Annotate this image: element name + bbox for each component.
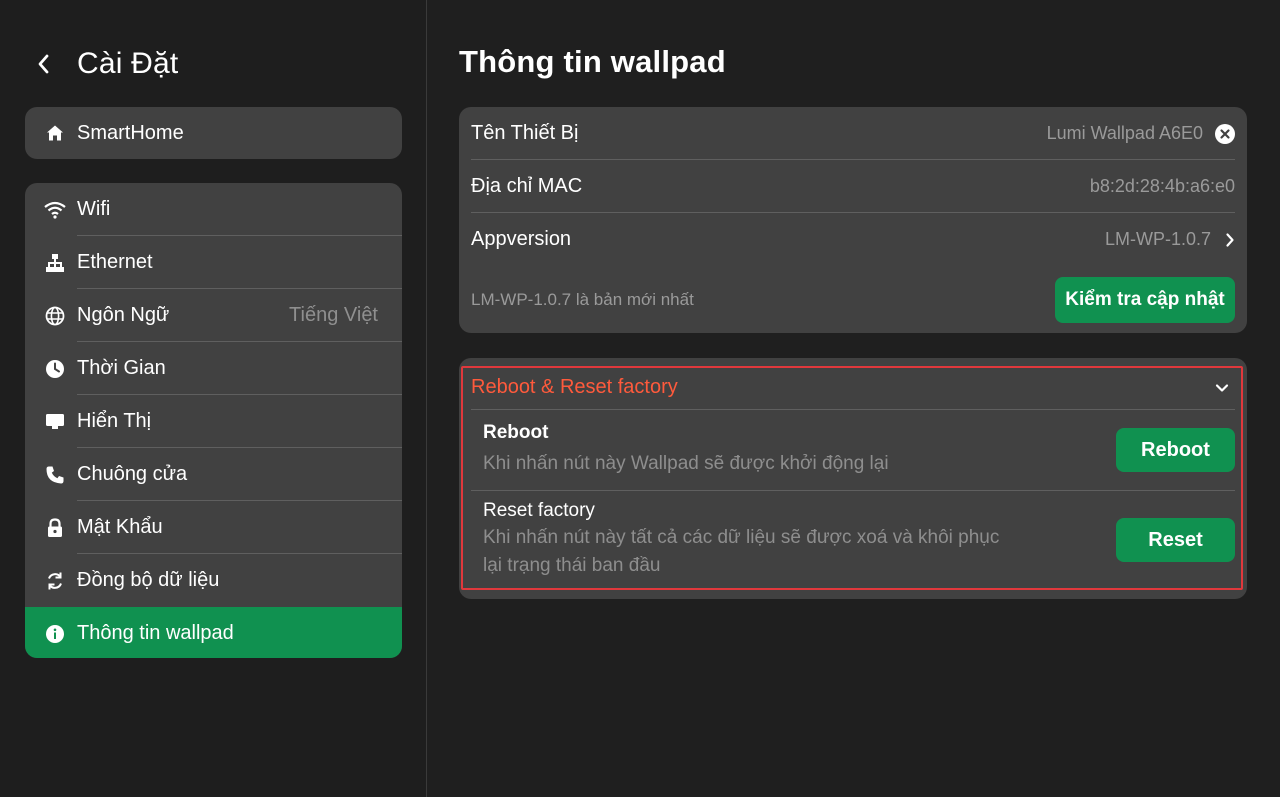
appversion-label: Appversion — [471, 228, 572, 250]
panel-divider — [426, 0, 427, 797]
sidebar-item-label: Wifi — [77, 198, 111, 220]
sidebar-item-label: Thông tin wallpad — [77, 622, 234, 644]
home-icon — [41, 124, 69, 142]
reboot-row: Reboot Khi nhấn nút này Wallpad sẽ được … — [471, 410, 1235, 491]
reboot-title: Reboot — [483, 422, 549, 443]
sidebar-item-label: SmartHome — [77, 121, 184, 144]
globe-icon — [41, 306, 69, 326]
mac-address-row: Địa chỉ MAC b8:2d:28:4b:a6:e0 — [459, 160, 1247, 213]
back-button[interactable] — [36, 44, 56, 84]
sidebar-item-label: Ethernet — [77, 251, 153, 273]
sidebar-item-sync[interactable]: Đồng bộ dữ liệu — [25, 554, 402, 607]
sync-icon — [41, 571, 69, 591]
mac-address-label: Địa chỉ MAC — [471, 175, 583, 197]
lock-icon — [41, 517, 69, 538]
reboot-reset-title: Reboot & Reset factory — [471, 376, 678, 398]
info-icon — [41, 624, 69, 644]
sidebar-item-label: Ngôn Ngữ — [77, 304, 170, 326]
sidebar-item-password[interactable]: Mật Khẩu — [25, 501, 402, 554]
sidebar-item-label: Chuông cửa — [77, 463, 188, 485]
sidebar-header: Cài Đặt — [36, 44, 178, 84]
ethernet-icon — [41, 253, 69, 273]
sidebar-title: Cài Đặt — [77, 47, 179, 80]
reboot-reset-header[interactable]: Reboot & Reset factory — [471, 366, 1235, 410]
clear-icon[interactable] — [1215, 123, 1235, 144]
sidebar-item-time[interactable]: Thời Gian — [25, 342, 402, 395]
device-name-row: Tên Thiết Bị Lumi Wallpad A6E0 — [459, 107, 1247, 160]
device-name-label: Tên Thiết Bị — [471, 122, 579, 144]
reboot-reset-card: Reboot & Reset factory Reboot Khi nhấn n… — [459, 358, 1247, 599]
smarthome-card: SmartHome — [25, 107, 402, 159]
mac-address-value: b8:2d:28:4b:a6:e0 — [1089, 176, 1235, 196]
chevron-right-icon — [1225, 232, 1235, 248]
reset-factory-description: Khi nhấn nút này tất cả các dữ liệu sẽ đ… — [483, 527, 1000, 576]
check-update-button[interactable]: Kiểm tra cập nhật — [1055, 276, 1235, 323]
sidebar-item-wifi[interactable]: Wifi — [25, 183, 402, 236]
sidebar-item-wallpad-info[interactable]: Thông tin wallpad — [25, 607, 402, 658]
phone-icon — [41, 465, 69, 485]
reset-factory-title: Reset factory — [483, 500, 595, 521]
sidebar-item-label: Hiển Thị — [77, 410, 152, 432]
chevron-down-icon — [1215, 383, 1229, 393]
update-status-note: LM-WP-1.0.7 là bản mới nhất — [471, 289, 694, 309]
monitor-icon — [41, 412, 69, 432]
wifi-icon — [41, 201, 69, 219]
reboot-description: Khi nhấn nút này Wallpad sẽ được khởi độ… — [483, 453, 889, 474]
sidebar-item-doorbell[interactable]: Chuông cửa — [25, 448, 402, 501]
sidebar-item-smarthome[interactable]: SmartHome — [25, 107, 402, 159]
sidebar-item-language[interactable]: Ngôn Ngữ Tiếng Việt — [25, 289, 402, 342]
clock-icon — [41, 359, 69, 379]
reboot-button[interactable]: Reboot — [1116, 428, 1235, 472]
appversion-value: LM-WP-1.0.7 — [1104, 229, 1211, 249]
update-row: LM-WP-1.0.7 là bản mới nhất Kiểm tra cập… — [459, 266, 1247, 333]
settings-sidebar: Cài Đặt SmartHome Wifi Ethernet Ngôn Ngữ… — [0, 0, 426, 797]
reset-button[interactable]: Reset — [1116, 518, 1235, 562]
page-title: Thông tin wallpad — [459, 44, 726, 79]
language-value: Tiếng Việt — [289, 304, 378, 326]
sidebar-item-label: Mật Khẩu — [77, 516, 163, 538]
sidebar-item-label: Đồng bộ dữ liệu — [77, 569, 220, 591]
wallpad-info-card: Tên Thiết Bị Lumi Wallpad A6E0 Địa chỉ M… — [459, 107, 1247, 333]
settings-menu-card: Wifi Ethernet Ngôn Ngữ Tiếng Việt Thời G… — [25, 183, 402, 658]
sidebar-item-ethernet[interactable]: Ethernet — [25, 236, 402, 289]
sidebar-item-display[interactable]: Hiển Thị — [25, 395, 402, 448]
appversion-row[interactable]: Appversion LM-WP-1.0.7 — [459, 213, 1247, 266]
reset-factory-row: Reset factory Khi nhấn nút này tất cả cá… — [471, 491, 1235, 589]
device-name-value[interactable]: Lumi Wallpad A6E0 — [1047, 123, 1203, 144]
chevron-left-icon — [38, 54, 49, 74]
sidebar-item-label: Thời Gian — [77, 357, 166, 379]
